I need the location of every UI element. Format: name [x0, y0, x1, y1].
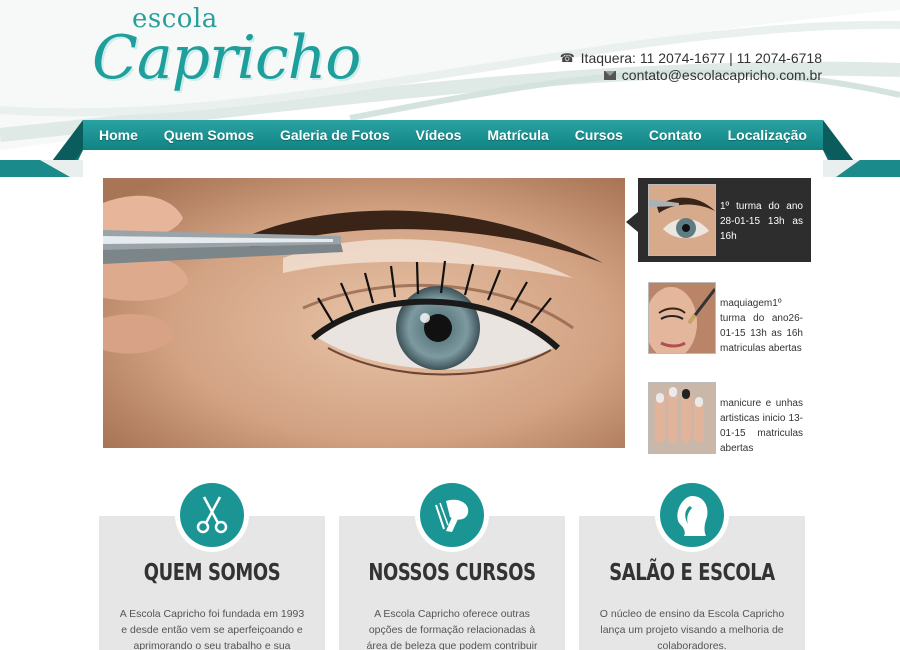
site-logo[interactable]: escola Capricho [92, 4, 361, 104]
feature-title: SALÃO E ESCOLA [609, 560, 775, 586]
feature-icon-frame [175, 478, 249, 552]
hair-dryer-icon [435, 499, 469, 532]
contact-phone: Itaquera: 11 2074-1677 | 11 2074-6718 [580, 50, 822, 66]
news-thumbnail-brow [648, 184, 716, 256]
news-text: 1º turma do ano 28-01-15 13h as 16h [720, 201, 803, 242]
nav-localizacao[interactable]: Localização [728, 127, 807, 143]
feature-box-nossos-cursos[interactable]: NOSSOS CURSOS A Escola Capricho oferece … [339, 478, 565, 650]
nav-home[interactable]: Home [99, 127, 138, 143]
nav-quem-somos[interactable]: Quem Somos [164, 127, 254, 143]
header-contact: ☎ Itaquera: 11 2074-1677 | 11 2074-6718 … [560, 50, 822, 84]
mail-icon [603, 71, 616, 80]
news-text: maquiagem1º turma do ano26-01-15 13h as … [720, 298, 803, 354]
news-thumbnail-makeup [648, 282, 716, 354]
main-nav: Home Quem Somos Galeria de Fotos Vídeos … [83, 120, 823, 150]
feature-box-quem-somos[interactable]: QUEM SOMOS A Escola Capricho foi fundada… [99, 478, 325, 650]
nav-contato[interactable]: Contato [649, 127, 702, 143]
feature-icon-frame [415, 478, 489, 552]
feature-title: NOSSOS CURSOS [368, 560, 536, 586]
news-list: 1º turma do ano 28-01-15 13h as 16h maqu… [626, 178, 811, 462]
contact-email[interactable]: contato@escolacapricho.com.br [622, 67, 822, 84]
hero-slide-image[interactable] [103, 178, 625, 448]
feature-icon-frame [655, 478, 729, 552]
news-item[interactable]: 1º turma do ano 28-01-15 13h as 16h [626, 178, 811, 262]
logo-big-text: Capricho [92, 23, 361, 93]
woman-profile-icon [677, 496, 708, 536]
news-text: manicure e unhas artisticas inicio 13-01… [720, 398, 803, 454]
feature-text: A Escola Capricho oferece outras opções … [366, 608, 538, 650]
scissors-icon [196, 496, 228, 534]
news-item[interactable]: manicure e unhas artisticas inicio 13-01… [638, 376, 811, 462]
nav-videos[interactable]: Vídeos [416, 127, 462, 143]
feature-title: QUEM SOMOS [143, 560, 281, 586]
feature-box-salao-e-escola[interactable]: SALÃO E ESCOLA O núcleo de ensino da Esc… [579, 478, 805, 650]
feature-text: A Escola Capricho foi fundada em 1993 e … [119, 608, 305, 650]
nav-matricula[interactable]: Matrícula [487, 127, 548, 143]
news-item[interactable]: maquiagem1º turma do ano26-01-15 13h as … [638, 276, 811, 362]
phone-icon: ☎ [559, 51, 575, 65]
nav-galeria-de-fotos[interactable]: Galeria de Fotos [280, 127, 390, 143]
news-thumbnail-nails [648, 382, 716, 454]
feature-text: O núcleo de ensino da Escola Capricho la… [599, 608, 785, 650]
nav-cursos[interactable]: Cursos [575, 127, 623, 143]
